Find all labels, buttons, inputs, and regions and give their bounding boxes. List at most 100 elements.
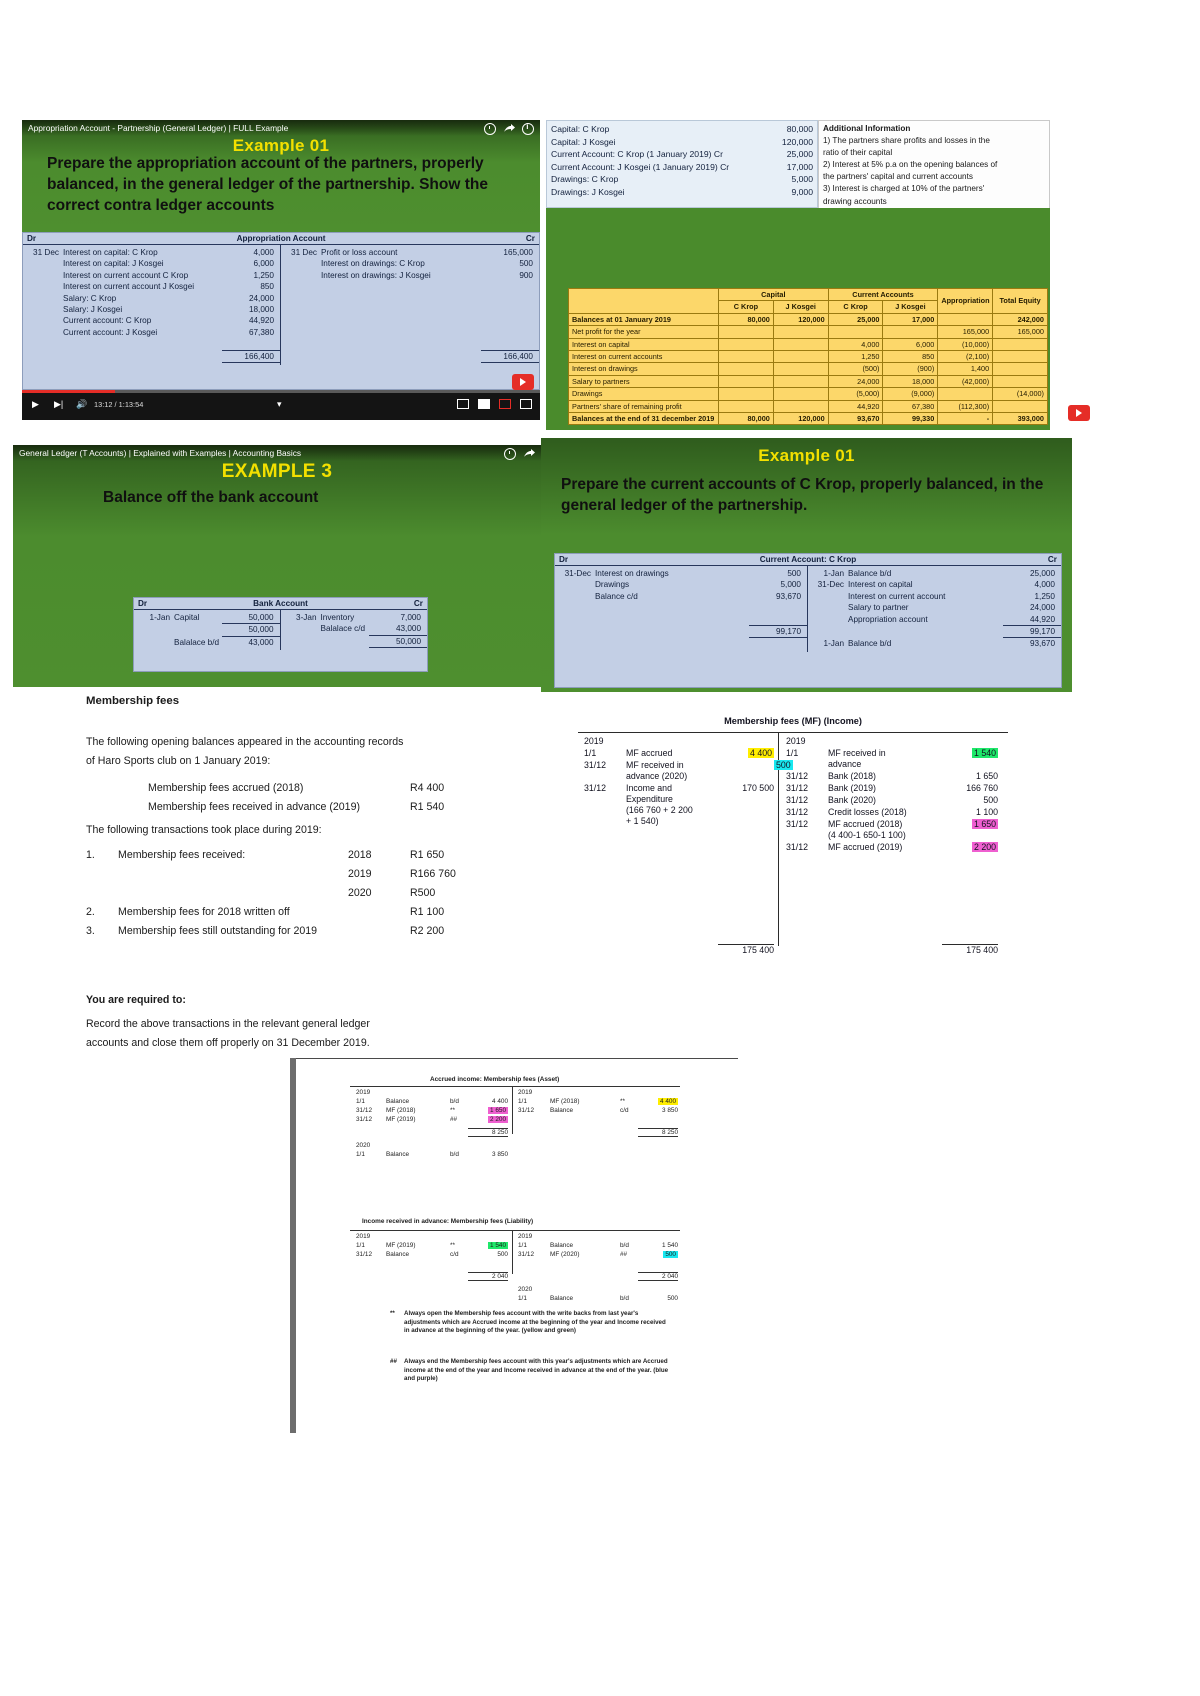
balance-label: Drawings: C Krop xyxy=(551,174,619,185)
fullscreen-icon[interactable] xyxy=(520,399,532,409)
ledger-amount: 165,000 xyxy=(503,248,533,257)
mf-total: 175 400 xyxy=(718,944,774,955)
equity-cell: 120,000 xyxy=(772,412,829,426)
balance-label: Current Account: J Kosgei (1 January 201… xyxy=(551,161,730,172)
ledger-row: Drawings 5,000 xyxy=(555,579,807,590)
info-icon[interactable] xyxy=(522,122,534,135)
watch-later-icon[interactable] xyxy=(504,448,516,460)
chevron-down-icon[interactable]: ▾ xyxy=(277,399,282,410)
scan-top-rule xyxy=(296,1058,738,1060)
equity-cell xyxy=(992,362,1048,376)
player-right-controls[interactable] xyxy=(457,399,532,409)
volume-icon[interactable]: 🔊 xyxy=(76,399,87,410)
mf-date: 31/12 xyxy=(584,783,607,793)
bank-ledger-title: Bank Account xyxy=(253,599,308,608)
equity-cell: 242,000 xyxy=(992,312,1048,327)
video-card-appropriation[interactable]: Appropriation Account - Partnership (Gen… xyxy=(22,120,540,420)
equity-cell: (500) xyxy=(827,362,884,376)
ledger-description: Appropriation account xyxy=(848,614,928,624)
additional-info-line: 2) Interest at 5% p.a on the opening bal… xyxy=(823,160,998,170)
equity-cell: 393,000 xyxy=(992,412,1048,426)
share-icon[interactable] xyxy=(503,124,515,134)
youtube-play-badge-1[interactable] xyxy=(512,374,534,390)
equity-cell xyxy=(937,387,994,401)
additional-info-line: ratio of their capital xyxy=(823,148,893,158)
scan-year: 2019 xyxy=(356,1089,371,1096)
ledger-total: 50,000 xyxy=(369,634,427,649)
scan-year: 2019 xyxy=(518,1233,533,1240)
transaction-amount: R500 xyxy=(410,887,436,899)
note-1-marker: ** xyxy=(390,1310,395,1317)
equity-row-label: Balances at 01 January 2019 xyxy=(568,312,719,327)
watch-later-icon[interactable] xyxy=(484,123,496,135)
video2-top-icons[interactable] xyxy=(504,448,535,460)
mf-amount: 2 200 xyxy=(971,842,998,852)
mf-date: 31/12 xyxy=(786,842,809,852)
appropriation-ledger: Dr Appropriation Account Cr 31 Dec Intere… xyxy=(22,232,540,390)
current-account-header: Dr Current Account: C Krop Cr xyxy=(555,554,1061,566)
mf-description: Credit losses (2018) xyxy=(828,807,907,817)
ledger-date: 31-Dec xyxy=(564,569,591,578)
additional-info-line: 3) Interest is charged at 10% of the par… xyxy=(823,184,985,194)
equity-corner-cell xyxy=(568,288,719,314)
mf-date: 31/12 xyxy=(786,795,809,805)
mf-description-cont: (4 400-1 650-1 100) xyxy=(828,830,906,840)
equity-cell: - xyxy=(937,412,994,426)
scan-description: Balance xyxy=(550,1295,574,1302)
video1-top-icons[interactable] xyxy=(484,122,534,135)
equity-cell: (42,000) xyxy=(937,374,994,389)
opening-balance-label: Membership fees accrued (2018) xyxy=(148,782,304,794)
ledger-description: Balance b/d xyxy=(848,569,892,578)
ledger-row: Interest on drawings: C Krop 500 xyxy=(281,258,539,269)
ledger-description: Current account: J Kosgei xyxy=(63,327,158,337)
equity-row: Interest on capital 4,000 6,000 (10,000) xyxy=(568,337,1048,352)
scan-folio: b/d xyxy=(620,1242,629,1249)
scan-total: 2 040 xyxy=(638,1272,678,1281)
ledger-total: 166,400 xyxy=(222,349,280,364)
equity-cell: 99,330 xyxy=(882,412,939,426)
video-card-current-account[interactable]: Example 01 Prepare the current accounts … xyxy=(541,438,1072,692)
ledger-description: Salary: C Krop xyxy=(63,293,117,303)
subtitles-icon[interactable] xyxy=(457,399,469,409)
equity-cell: 6,000 xyxy=(882,337,939,352)
ledger-row: Interest on current account 1,250 xyxy=(808,591,1061,602)
scan-description: Balance xyxy=(386,1098,410,1105)
next-button[interactable]: ▶| xyxy=(54,399,63,410)
bank-debit-side: 1-Jan Capital 50,000 50,000 Balalace b/d 43,0… xyxy=(134,610,281,651)
scan-date: 31/12 xyxy=(356,1251,372,1258)
scan-date: 31/12 xyxy=(518,1107,534,1114)
ledger-row: 31 Dec Interest on capital: C Krop 4,000 xyxy=(23,247,280,258)
transaction-number xyxy=(86,865,118,884)
ledger-amount: 43,000 xyxy=(395,624,421,634)
ledger-description: Interest on current account J Kosgei xyxy=(63,282,195,292)
mf-description-cont: advance (2020) xyxy=(626,771,688,781)
mf-amount: 1 540 xyxy=(971,748,998,758)
video2-title-text: General Ledger (T Accounts) | Explained … xyxy=(19,448,302,458)
transaction-line: 2019 R166 760 xyxy=(86,865,516,884)
ledger-amount: 850 xyxy=(260,282,274,292)
income-in-advance-title: Income received in advance: Membership f… xyxy=(362,1218,534,1225)
required-line-2: accounts and close them off properly on … xyxy=(86,1037,370,1049)
youtube-play-badge-2[interactable] xyxy=(1068,405,1090,421)
equity-row: Partners' share of remaining profit 44,92… xyxy=(568,399,1048,414)
equity-cell xyxy=(772,337,829,352)
balance-label: Current Account: C Krop (1 January 2019)… xyxy=(551,149,723,160)
equity-cell: 165,000 xyxy=(937,325,994,339)
share-icon[interactable] xyxy=(523,449,535,459)
scan-divider xyxy=(512,1230,513,1274)
play-button[interactable]: ▶ xyxy=(32,399,39,410)
balance-row: Capital: J Kosgei 120,000 xyxy=(551,136,813,149)
miniplayer-icon[interactable] xyxy=(499,399,511,409)
ledger-description: Salary to partner xyxy=(848,603,909,613)
video1-player-bar[interactable]: ▶ ▶| 🔊 13:12 / 1:13:54 ▾ xyxy=(22,390,540,420)
ledger-row: 1-Jan Capital 50,000 xyxy=(134,612,280,623)
equity-cell: (900) xyxy=(882,362,939,376)
balance-label: Drawings: J Kosgei xyxy=(551,186,625,197)
theater-mode-icon[interactable] xyxy=(478,399,490,409)
statement-of-changes-in-equity: Capital Current Accounts Appropriation Tota… xyxy=(568,287,1048,426)
scan-amount: 1 650 xyxy=(488,1107,508,1114)
mf-date: 31/12 xyxy=(786,771,809,781)
video-card-general-ledger[interactable]: General Ledger (T Accounts) | Explained … xyxy=(13,445,541,687)
ledger-row: Salary to partner 24,000 xyxy=(808,602,1061,613)
balance-row: Capital: C Krop 80,000 xyxy=(551,123,813,136)
